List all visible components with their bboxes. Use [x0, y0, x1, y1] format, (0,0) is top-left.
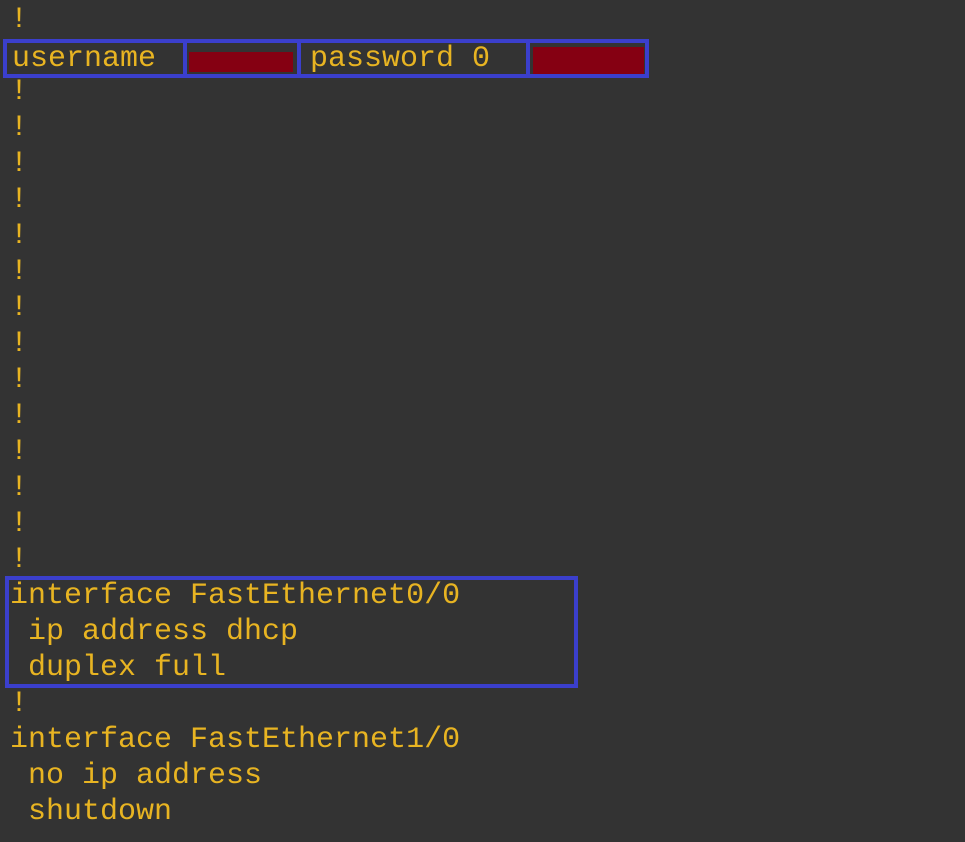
interface-fa00-duplex-line: duplex full	[10, 651, 227, 685]
config-comment-line: !	[10, 507, 29, 541]
password-keyword: password 0	[310, 42, 491, 76]
config-comment-line: !	[10, 543, 29, 577]
password-redaction	[533, 47, 644, 74]
config-comment-line: !	[10, 3, 29, 37]
config-comment-line: !	[10, 435, 29, 469]
config-comment-line: !	[10, 471, 29, 505]
interface-fa10-shutdown-line: shutdown	[10, 795, 173, 829]
config-comment-line: !	[10, 399, 29, 433]
interface-fa00-line: interface FastEthernet0/0	[10, 579, 461, 613]
config-comment-line: !	[10, 183, 29, 217]
interface-fa00-ip-line: ip address dhcp	[10, 615, 299, 649]
config-comment-line: !	[10, 291, 29, 325]
interface-fa10-line: interface FastEthernet1/0	[10, 723, 461, 757]
interface-fa10-ip-line: no ip address	[10, 759, 263, 793]
config-comment-line: !	[10, 147, 29, 181]
config-comment-line: !	[10, 111, 29, 145]
config-comment-line: !	[10, 219, 29, 253]
divider	[297, 43, 301, 74]
username-highlight-box: username password 0	[3, 39, 649, 78]
config-comment-line: !	[10, 75, 29, 109]
divider	[183, 43, 187, 74]
username-redaction	[189, 52, 293, 72]
username-keyword: username	[12, 42, 157, 76]
config-comment-line: !	[10, 687, 29, 721]
config-comment-line: !	[10, 255, 29, 289]
config-comment-line: !	[10, 327, 29, 361]
divider	[526, 43, 530, 74]
config-comment-line: !	[10, 363, 29, 397]
